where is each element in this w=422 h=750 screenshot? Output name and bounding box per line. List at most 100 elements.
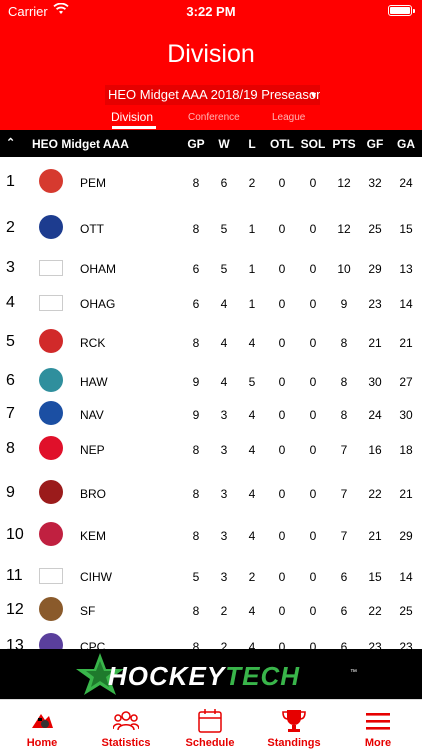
stat-sol: 0 xyxy=(309,604,317,618)
stat-gf: 32 xyxy=(368,176,382,190)
team-abbreviation[interactable]: SF xyxy=(80,604,95,618)
team-abbreviation[interactable]: KEM xyxy=(80,529,106,543)
table-row[interactable]: 9 BRO 8 3 4 0 0 7 22 21 xyxy=(0,478,422,508)
team-abbreviation[interactable]: HAW xyxy=(80,375,108,389)
table-row[interactable]: 4 OHAG 6 4 1 0 0 9 23 14 xyxy=(0,288,422,318)
stat-ga: 14 xyxy=(399,570,413,584)
nepean-n-logo xyxy=(39,436,63,460)
kemptville-logo xyxy=(39,522,63,546)
calendar-icon xyxy=(197,708,223,734)
table-row[interactable]: 11 CIHW 5 3 2 0 0 6 15 14 xyxy=(0,561,422,591)
stat-gp: 6 xyxy=(192,262,200,276)
blank-logo xyxy=(39,568,63,584)
stat-ga: 24 xyxy=(399,176,413,190)
stat-gf: 16 xyxy=(368,443,382,457)
tab-statistics[interactable]: Statistics xyxy=(84,700,168,750)
tab-bar: Home Statistics Schedule Standings More xyxy=(0,699,422,750)
stat-otl: 0 xyxy=(278,297,286,311)
league-name: HEO Midget AAA xyxy=(32,137,129,151)
table-row[interactable]: 10 KEM 8 3 4 0 0 7 21 29 xyxy=(0,520,422,550)
table-row[interactable]: 12 SF 8 2 4 0 0 6 22 25 xyxy=(0,595,422,625)
row-rank: 3 xyxy=(6,259,15,276)
ottawa-logo xyxy=(39,215,63,239)
tab-league[interactable]: League xyxy=(272,112,305,123)
stat-w: 4 xyxy=(220,297,228,311)
stat-w: 5 xyxy=(220,222,228,236)
collapse-chevron-icon[interactable]: ⌃ xyxy=(6,136,15,149)
stat-otl: 0 xyxy=(278,443,286,457)
row-rank: 13 xyxy=(6,637,24,649)
stat-gp: 6 xyxy=(192,297,200,311)
standings-table-body: 1 PEM 8 6 2 0 0 12 32 24 2 OTT 8 5 1 0 0 12 25 15 3 OHAM 6 5 1 0 0… xyxy=(0,157,422,649)
season-selector[interactable]: HEO Midget AAA 2018/19 Preseason ▼ xyxy=(105,85,320,105)
stat-l: 1 xyxy=(248,262,256,276)
team-abbreviation[interactable]: CIHW xyxy=(80,570,112,584)
team-abbreviation[interactable]: PEM xyxy=(80,176,106,190)
standings-table-header: ⌃ HEO Midget AAA GP W L OTL SOL PTS GF G… xyxy=(0,130,422,157)
tab-schedule[interactable]: Schedule xyxy=(168,700,252,750)
stat-gp: 8 xyxy=(192,640,200,649)
stat-pts: 7 xyxy=(340,529,348,543)
table-row[interactable]: 13 CPC 8 2 4 0 0 6 23 23 xyxy=(0,631,422,649)
stat-ga: 25 xyxy=(399,604,413,618)
tab-conference[interactable]: Conference xyxy=(188,112,240,123)
team-abbreviation[interactable]: OTT xyxy=(80,222,104,236)
table-row[interactable]: 2 OTT 8 5 1 0 0 12 25 15 xyxy=(0,213,422,243)
hockeytech-brand: HOCKEYTECH xyxy=(108,661,300,692)
team-abbreviation[interactable]: OHAM xyxy=(80,262,116,276)
stat-pts: 12 xyxy=(337,222,351,236)
tab-standings[interactable]: Standings xyxy=(252,700,336,750)
stat-otl: 0 xyxy=(278,408,286,422)
stat-pts: 9 xyxy=(340,297,348,311)
stat-w: 2 xyxy=(220,604,228,618)
battery-icon xyxy=(388,5,415,16)
team-abbreviation[interactable]: OHAG xyxy=(80,297,115,311)
stat-w: 3 xyxy=(220,443,228,457)
stat-gf: 22 xyxy=(368,604,382,618)
table-row[interactable]: 3 OHAM 6 5 1 0 0 10 29 13 xyxy=(0,253,422,283)
tab-statistics-label: Statistics xyxy=(101,737,151,749)
tab-more-label: More xyxy=(364,737,392,749)
table-row[interactable]: 5 RCK 8 4 4 0 0 8 21 21 xyxy=(0,327,422,357)
stat-gp: 8 xyxy=(192,443,200,457)
team-abbreviation[interactable]: BRO xyxy=(80,487,106,501)
trophy-icon xyxy=(281,708,307,734)
stat-gf: 24 xyxy=(368,408,382,422)
stat-sol: 0 xyxy=(309,297,317,311)
table-row[interactable]: 6 HAW 9 4 5 0 0 8 30 27 xyxy=(0,366,422,396)
stat-w: 4 xyxy=(220,336,228,350)
stat-gp: 8 xyxy=(192,222,200,236)
stat-sol: 0 xyxy=(309,262,317,276)
menu-icon xyxy=(365,708,391,734)
stat-ga: 18 xyxy=(399,443,413,457)
table-row[interactable]: 1 PEM 8 6 2 0 0 12 32 24 xyxy=(0,167,422,197)
ad-banner[interactable]: HOCKEYTECH ™ xyxy=(0,649,422,699)
active-segment-indicator xyxy=(112,126,156,129)
stat-otl: 0 xyxy=(278,604,286,618)
stat-l: 1 xyxy=(248,297,256,311)
team-abbreviation[interactable]: RCK xyxy=(80,336,105,350)
column-header-ga[interactable]: GA xyxy=(386,137,422,151)
stat-sol: 0 xyxy=(309,375,317,389)
stat-otl: 0 xyxy=(278,570,286,584)
tab-home[interactable]: Home xyxy=(0,700,84,750)
stat-ga: 29 xyxy=(399,529,413,543)
stat-gf: 23 xyxy=(368,297,382,311)
table-row[interactable]: 7 NAV 9 3 4 0 0 8 24 30 xyxy=(0,399,422,429)
tab-more[interactable]: More xyxy=(336,700,420,750)
stat-l: 2 xyxy=(248,570,256,584)
people-icon xyxy=(112,708,140,734)
team-abbreviation[interactable]: NAV xyxy=(80,408,104,422)
tab-division[interactable]: Division xyxy=(111,110,153,124)
stat-pts: 12 xyxy=(337,176,351,190)
stat-pts: 6 xyxy=(340,640,348,649)
hawks-logo xyxy=(39,368,63,392)
table-row[interactable]: 8 NEP 8 3 4 0 0 7 16 18 xyxy=(0,434,422,464)
stat-sol: 0 xyxy=(309,336,317,350)
stat-ga: 13 xyxy=(399,262,413,276)
stat-gf: 21 xyxy=(368,529,382,543)
row-rank: 7 xyxy=(6,405,15,422)
maple-leaf-logo xyxy=(39,329,63,353)
team-abbreviation[interactable]: NEP xyxy=(80,443,105,457)
team-abbreviation[interactable]: CPC xyxy=(80,640,105,649)
